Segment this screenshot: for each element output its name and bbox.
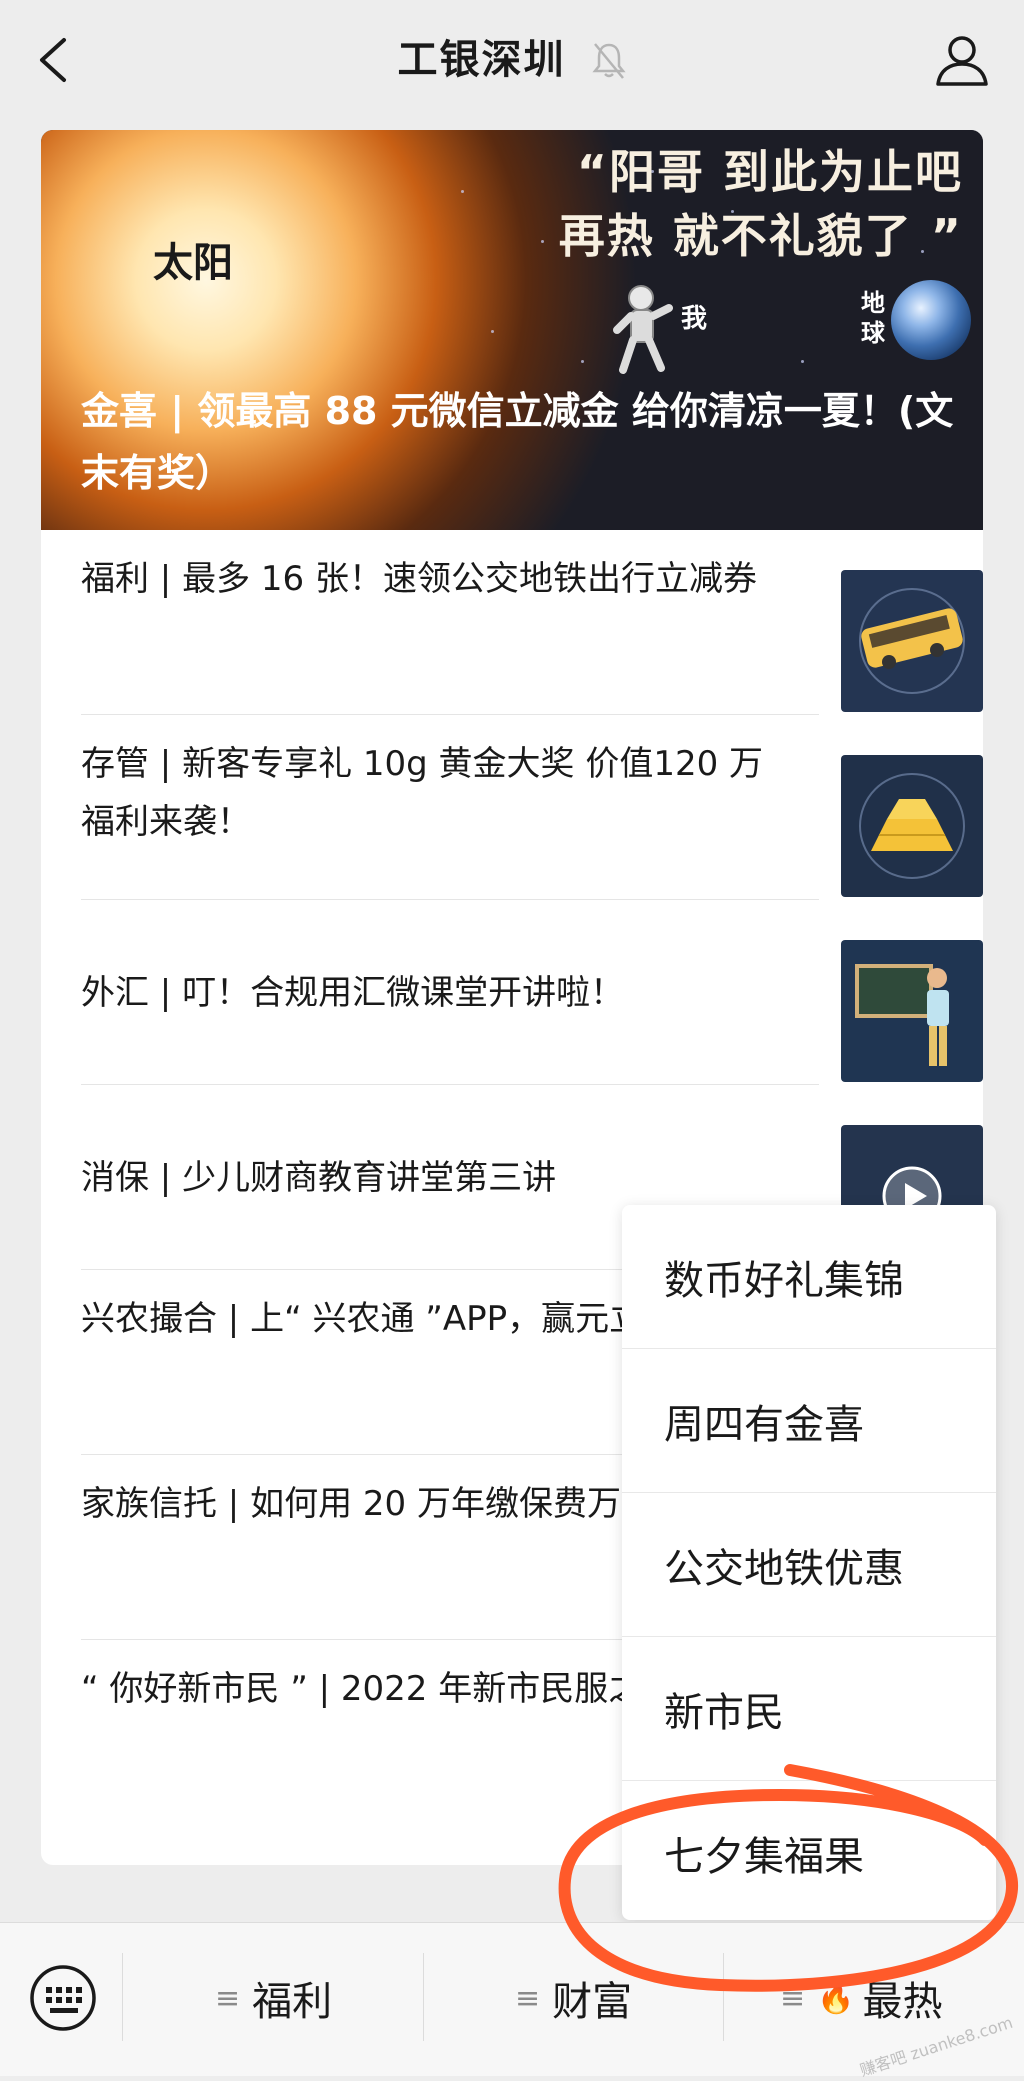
article-item[interactable]: 存管 | 新客专享礼 10g 黄金大奖 价值120 万福利来袭！ [81,715,983,900]
keyboard-icon[interactable] [28,1963,98,2033]
tab-label: 财富 [552,1979,633,2025]
quote-line-2: 再热 就不礼貌了 ” [558,209,963,263]
fire-icon: 🔥 [817,1980,855,2016]
featured-banner[interactable]: 太阳 “阳哥 到此为止吧 再热 就不礼貌了 ” 我 地球 金喜 | 领最高 88… [41,130,983,530]
article-item[interactable]: 外汇 | 叮！合规用汇微课堂开讲啦！ [81,900,983,1085]
menu-item[interactable]: 公交地铁优惠 [622,1493,996,1637]
banner-quote: “阳哥 到此为止吧 再热 就不礼貌了 ” [559,140,963,268]
user-icon[interactable] [934,32,990,88]
menu-item[interactable]: 七夕集福果 [622,1781,996,1920]
article-item[interactable]: 福利 | 最多 16 张！速领公交地铁出行立减券 [81,530,983,715]
page-title: 工银深圳 [397,37,566,83]
menu-item[interactable]: 数币好礼集锦 [622,1205,996,1349]
tab-label: 最热 [862,1979,943,2025]
menu-lines-icon: ≡ [780,1980,806,2016]
earth-icon [891,280,971,360]
astronaut-icon [613,285,673,374]
popup-menu: 数币好礼集锦 周四有金喜 公交地铁优惠 新市民 七夕集福果 [622,1205,996,1920]
menu-tab-caifu[interactable]: ≡ 财富 [515,1968,632,2028]
tab-label: 福利 [252,1979,333,2025]
article-title: 福利 | 最多 16 张！速领公交地铁出行立减券 [81,559,757,599]
bus-thumbnail [841,570,983,712]
header: 工银深圳 [0,0,1024,120]
menu-item[interactable]: 周四有金喜 [622,1349,996,1493]
banner-headline: 金喜 | 领最高 88 元微信立减金 给你清凉一夏！(文末有奖） [81,389,954,495]
article-title: 外汇 | 叮！合规用汇微课堂开讲啦！ [81,972,625,1013]
separator [723,1953,724,2041]
bell-muted-icon [591,43,626,79]
article-title: 存管 | 新客专享礼 10g 黄金大奖 价值120 万福利来袭！ [81,744,764,842]
earth-label: 地球 [861,289,885,347]
quote-line-1: “阳哥 到此为止吧 [576,145,963,199]
gold-bars-thumbnail [841,755,983,897]
menu-lines-icon: ≡ [215,1980,241,2016]
sun-label: 太阳 [153,240,233,286]
me-label: 我 [681,304,708,334]
menu-tab-fuli[interactable]: ≡ 福利 [215,1968,332,2028]
title-wrap: 工银深圳 [0,30,1024,90]
menu-item[interactable]: 新市民 [622,1637,996,1781]
separator [423,1953,424,2041]
separator [122,1953,123,2041]
menu-tab-zuire[interactable]: ≡ 🔥 最热 [780,1968,943,2028]
teacher-thumbnail [841,940,983,1082]
menu-lines-icon: ≡ [515,1980,541,2016]
